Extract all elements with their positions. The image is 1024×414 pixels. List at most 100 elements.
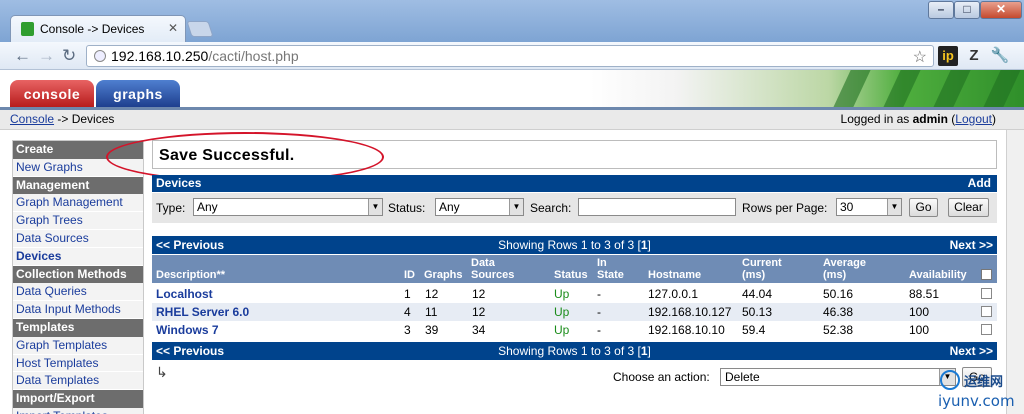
message-box: Save Successful. — [152, 140, 997, 169]
row-checkbox[interactable] — [981, 324, 992, 335]
address-bar[interactable]: 192.168.10.250/cacti/host.php ☆ — [86, 45, 934, 67]
tab-console[interactable]: console — [10, 80, 94, 107]
tab-title: Console -> Devices — [40, 22, 145, 36]
row-checkbox[interactable] — [981, 306, 992, 317]
col-status[interactable]: Status — [554, 270, 588, 281]
sidebar-section-header: Templates — [13, 318, 143, 337]
rows-per-page-select[interactable]: 30 ▼ — [836, 198, 902, 216]
sidebar-item[interactable]: Graph Templates — [13, 336, 143, 355]
device-description-link[interactable]: Localhost — [156, 287, 213, 301]
tab-graphs[interactable]: graphs — [96, 80, 180, 107]
previous-link[interactable]: << Previous — [156, 344, 224, 358]
sidebar-item[interactable]: Graph Management — [13, 194, 143, 213]
col-availability[interactable]: Availability — [909, 270, 967, 281]
logout-link[interactable]: Logout — [955, 112, 992, 126]
pager-text: Showing Rows 1 to 3 of 3 [ — [498, 238, 641, 252]
watermark-url: iyunv.com — [938, 392, 1015, 410]
device-id: 3 — [404, 323, 411, 337]
device-hostname: 192.168.10.127 — [648, 305, 732, 319]
col-current-line1[interactable]: Current — [742, 258, 782, 269]
sidebar-item[interactable]: Graph Trees — [13, 212, 143, 230]
pager-page[interactable]: 1 — [641, 238, 648, 252]
filter-bar: Type: Any ▼ Status: Any ▼ Search: Rows per… — [152, 193, 997, 223]
status-select[interactable]: Any ▼ — [435, 198, 524, 216]
col-in-state-line1[interactable]: In — [597, 258, 607, 269]
breadcrumb-bar: Console -> Devices Logged in as admin (L… — [0, 110, 1024, 130]
new-tab-button[interactable] — [186, 21, 214, 37]
sidebar-item[interactable]: Data Input Methods — [13, 301, 143, 319]
url-text[interactable]: 192.168.10.250/cacti/host.php — [111, 48, 299, 64]
next-link[interactable]: Next >> — [950, 238, 993, 252]
wrench-menu-icon[interactable]: 🔧 — [990, 46, 1010, 66]
sidebar-item[interactable]: Import Templates — [13, 407, 143, 414]
breadcrumb-console-link[interactable]: Console — [10, 112, 54, 126]
clear-button[interactable]: Clear — [948, 198, 989, 217]
select-all-checkbox[interactable] — [981, 269, 992, 280]
maximize-button[interactable]: □ — [954, 1, 980, 19]
device-average: 52.38 — [823, 323, 854, 337]
pager-page[interactable]: 1 — [641, 344, 648, 358]
col-average-line1[interactable]: Average — [823, 258, 866, 269]
col-description[interactable]: Description** — [156, 270, 225, 281]
rows-per-page-label: Rows per Page: — [742, 201, 828, 215]
tab-close-icon[interactable]: ✕ — [168, 21, 178, 35]
col-data-sources-line1[interactable]: Data — [471, 258, 495, 269]
choose-action-label: Choose an action: — [613, 370, 710, 384]
sidebar-item[interactable]: Data Queries — [13, 283, 143, 302]
search-input[interactable] — [578, 198, 736, 216]
device-availability: 100 — [909, 305, 930, 319]
device-in-state: - — [597, 287, 601, 301]
breadcrumb: Console -> Devices — [10, 112, 114, 126]
zotero-extension-icon[interactable]: Z — [964, 46, 984, 66]
row-checkbox[interactable] — [981, 288, 992, 299]
sidebar-item[interactable]: Data Templates — [13, 372, 143, 391]
col-current-line2[interactable]: (ms) — [742, 270, 765, 281]
device-average: 46.38 — [823, 305, 854, 319]
sidebar-item[interactable]: New Graphs — [13, 158, 143, 177]
action-select[interactable]: Delete ▼ — [720, 368, 956, 386]
device-in-state: - — [597, 323, 601, 337]
sidebar-section-header: Management — [13, 176, 143, 195]
col-hostname[interactable]: Hostname — [648, 270, 701, 281]
return-arrow-icon: ↳ — [156, 364, 168, 380]
device-hostname: 192.168.10.10 — [648, 323, 725, 337]
reload-icon[interactable]: ↻ — [62, 46, 76, 66]
device-description-link[interactable]: RHEL Server 6.0 — [156, 305, 249, 319]
minimize-button[interactable]: – — [928, 1, 954, 19]
action-select-value: Delete — [725, 370, 760, 384]
login-paren-close: ) — [992, 112, 996, 126]
next-link[interactable]: Next >> — [950, 344, 993, 358]
ip-extension-icon[interactable]: ip — [938, 46, 958, 66]
previous-link[interactable]: << Previous — [156, 238, 224, 252]
sidebar-item[interactable]: Host Templates — [13, 354, 143, 373]
forward-arrow-icon[interactable]: → — [38, 46, 55, 66]
back-arrow-icon[interactable]: ← — [14, 46, 31, 66]
col-graphs[interactable]: Graphs — [424, 270, 463, 281]
status-select-value: Any — [439, 200, 460, 214]
dropdown-arrow-icon: ▼ — [887, 199, 901, 215]
action-go-button[interactable]: Go — [962, 367, 992, 387]
pager-status: Showing Rows 1 to 3 of 3 [1] — [152, 238, 997, 252]
add-device-link[interactable]: Add — [968, 176, 991, 190]
device-current: 59.4 — [742, 323, 766, 337]
col-data-sources-line2[interactable]: Sources — [471, 270, 514, 281]
sidebar-item[interactable]: Data Sources — [13, 229, 143, 248]
device-description-link[interactable]: Windows 7 — [156, 323, 219, 337]
device-data-sources: 34 — [472, 323, 486, 337]
page-scrollbar[interactable] — [1006, 130, 1024, 414]
type-select-value: Any — [197, 200, 218, 214]
dropdown-arrow-icon: ▼ — [939, 369, 955, 385]
col-average-line2[interactable]: (ms) — [823, 270, 846, 281]
go-button[interactable]: Go — [909, 198, 938, 217]
type-select[interactable]: Any ▼ — [193, 198, 383, 216]
col-in-state-line2[interactable]: State — [597, 270, 624, 281]
dropdown-arrow-icon: ▼ — [368, 199, 382, 215]
device-data-sources: 12 — [472, 287, 486, 301]
device-availability: 88.51 — [909, 287, 940, 301]
col-id[interactable]: ID — [404, 270, 415, 281]
browser-tab[interactable]: Console -> Devices ✕ — [10, 15, 186, 42]
close-window-button[interactable]: ✕ — [980, 1, 1022, 19]
device-hostname: 127.0.0.1 — [648, 287, 699, 301]
sidebar-item[interactable]: Devices — [13, 247, 143, 266]
bookmark-star-icon[interactable]: ☆ — [913, 47, 927, 67]
